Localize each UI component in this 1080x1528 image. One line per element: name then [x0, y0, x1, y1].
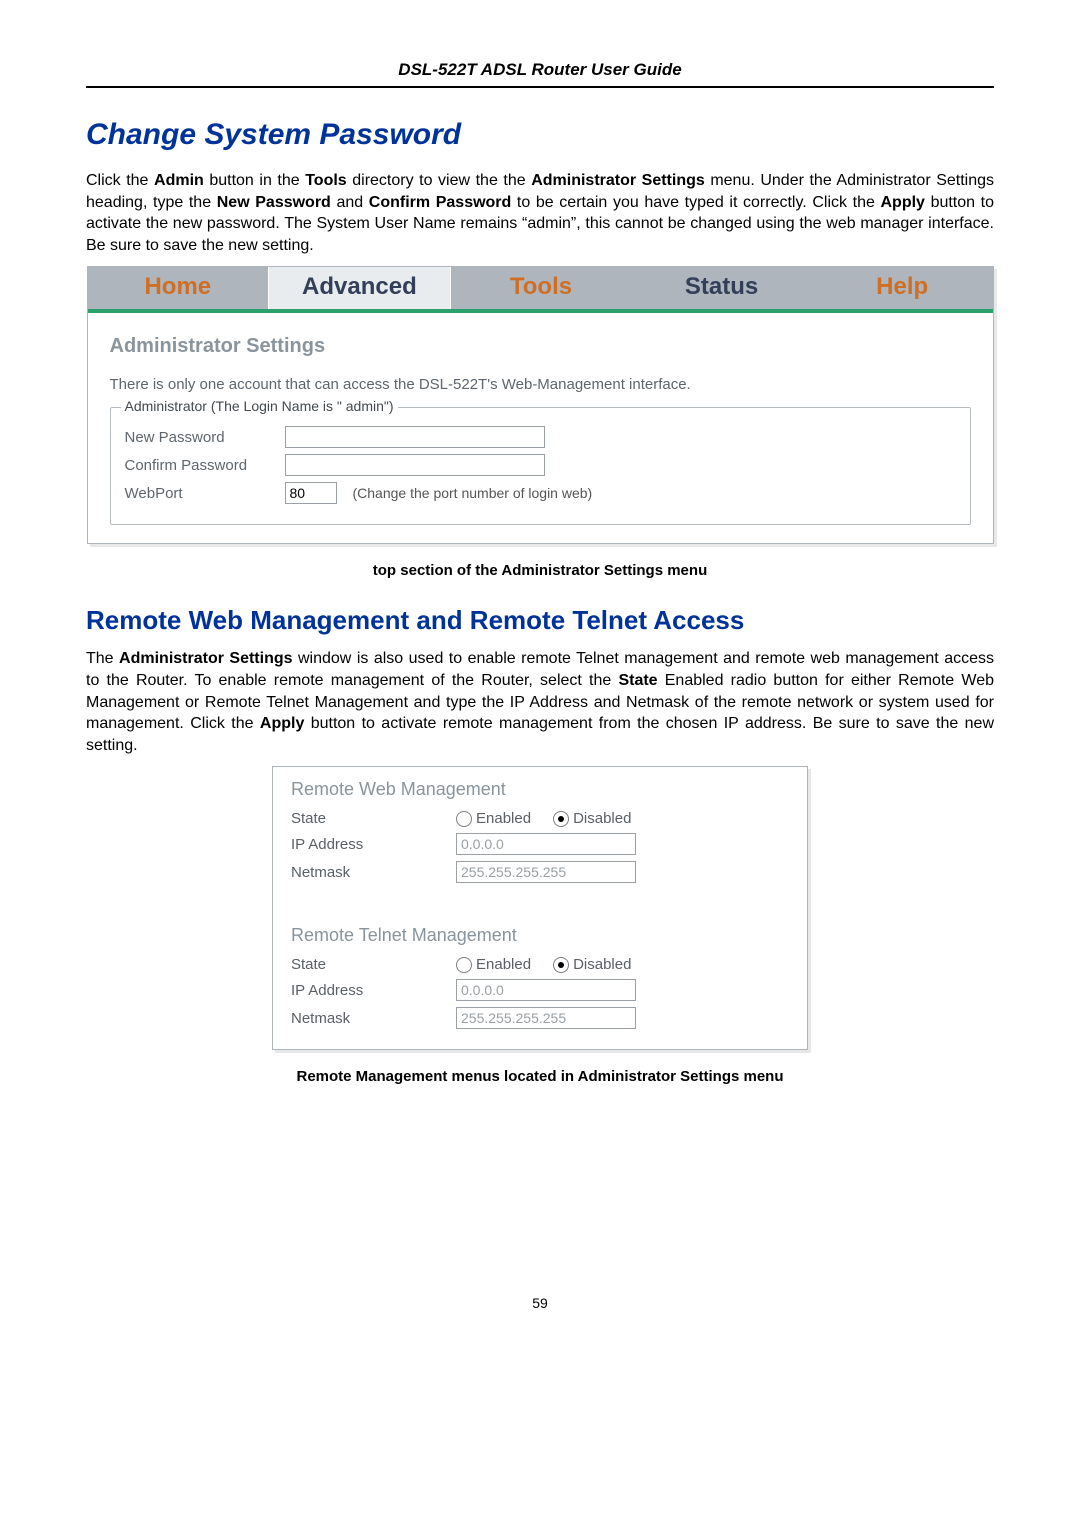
tab-help[interactable]: Help: [812, 267, 993, 309]
tab-tools[interactable]: Tools: [451, 267, 632, 309]
rt-state-label: State: [291, 956, 456, 973]
admin-caption: top section of the Administrator Setting…: [86, 562, 994, 579]
radio-icon: [553, 811, 569, 827]
tab-advanced[interactable]: Advanced: [268, 267, 451, 309]
webport-input[interactable]: [285, 482, 337, 504]
new-password-label: New Password: [125, 429, 285, 446]
radio-icon: [553, 957, 569, 973]
tab-status[interactable]: Status: [631, 267, 812, 309]
section2-paragraph: The Administrator Settings window is als…: [86, 648, 994, 756]
webport-hint: (Change the port number of login web): [353, 485, 593, 501]
confirm-password-label: Confirm Password: [125, 457, 285, 474]
confirm-password-input[interactable]: [285, 454, 545, 476]
doc-header: DSL-522T ADSL Router User Guide: [86, 60, 994, 88]
section-change-password-heading: Change System Password: [86, 118, 994, 152]
radio-icon: [456, 957, 472, 973]
remote-caption: Remote Management menus located in Admin…: [86, 1068, 994, 1085]
remote-management-screenshot: Remote Web Management State Enabled Disa…: [272, 766, 808, 1050]
rt-netmask-label: Netmask: [291, 1010, 456, 1027]
rt-disabled-label: Disabled: [573, 956, 631, 973]
rw-enabled-label: Enabled: [476, 810, 531, 827]
rw-state-enabled[interactable]: Enabled: [456, 810, 531, 827]
rt-ip-label: IP Address: [291, 982, 456, 999]
rw-ip-input[interactable]: 0.0.0.0: [456, 833, 636, 855]
rt-state-enabled[interactable]: Enabled: [456, 956, 531, 973]
remote-web-title: Remote Web Management: [291, 779, 789, 800]
admin-settings-screenshot: Home Advanced Tools Status Help Administ…: [87, 266, 994, 544]
page-number: 59: [0, 1295, 1080, 1311]
radio-icon: [456, 811, 472, 827]
rt-enabled-label: Enabled: [476, 956, 531, 973]
rw-netmask-input[interactable]: 255.255.255.255: [456, 861, 636, 883]
remote-telnet-title: Remote Telnet Management: [291, 925, 789, 946]
rw-ip-label: IP Address: [291, 836, 456, 853]
rw-disabled-label: Disabled: [573, 810, 631, 827]
rt-netmask-input[interactable]: 255.255.255.255: [456, 1007, 636, 1029]
section1-paragraph: Click the Admin button in the Tools dire…: [86, 170, 994, 256]
rt-ip-input[interactable]: 0.0.0.0: [456, 979, 636, 1001]
rw-netmask-label: Netmask: [291, 864, 456, 881]
tab-bar: Home Advanced Tools Status Help: [88, 267, 993, 309]
admin-settings-note: There is only one account that can acces…: [110, 376, 971, 393]
section-remote-heading: Remote Web Management and Remote Telnet …: [86, 605, 994, 636]
rt-state-disabled[interactable]: Disabled: [553, 956, 631, 973]
admin-group: Administrator (The Login Name is " admin…: [110, 407, 971, 525]
tab-home[interactable]: Home: [88, 267, 269, 309]
rw-state-disabled[interactable]: Disabled: [553, 810, 631, 827]
admin-settings-title: Administrator Settings: [110, 335, 971, 358]
admin-group-legend: Administrator (The Login Name is " admin…: [121, 398, 398, 414]
rw-state-label: State: [291, 810, 456, 827]
new-password-input[interactable]: [285, 426, 545, 448]
webport-label: WebPort: [125, 485, 285, 502]
